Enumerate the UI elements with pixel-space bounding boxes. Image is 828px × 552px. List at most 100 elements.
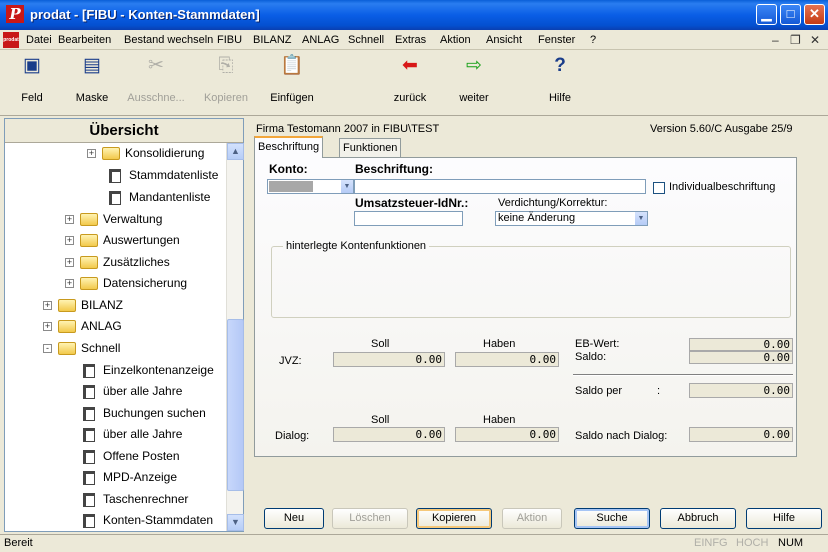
tree-item-mpd-anzeige[interactable]: MPD-Anzeige bbox=[83, 467, 177, 487]
ausschneiden-label: Ausschne... bbox=[127, 92, 185, 104]
ausschneiden-button[interactable]: ✂ Ausschne... bbox=[126, 54, 186, 112]
weiter-button[interactable]: ⇨ weiter bbox=[444, 54, 504, 112]
suche-button[interactable]: Suche bbox=[574, 508, 650, 529]
zurueck-button[interactable]: ⬅ zurück bbox=[380, 54, 440, 112]
einfuegen-button[interactable]: 📋 Einfügen bbox=[262, 54, 322, 112]
tree-item-auswertungen[interactable]: + Auswertungen bbox=[65, 230, 180, 250]
tree-item-label: über alle Jahre bbox=[103, 384, 183, 398]
menu-fenster[interactable]: Fenster bbox=[538, 34, 575, 46]
expand-icon[interactable]: + bbox=[65, 258, 74, 268]
scroll-up-icon[interactable]: ▲ bbox=[227, 143, 244, 160]
tree-item-label: Einzelkontenanzeige bbox=[103, 363, 214, 377]
document-icon bbox=[83, 363, 95, 378]
tree-item-zusaetzliches[interactable]: + Zusätzliches bbox=[65, 252, 170, 272]
menu-aktion[interactable]: Aktion bbox=[440, 34, 471, 46]
menu-bilanz[interactable]: BILANZ bbox=[253, 34, 292, 46]
mdi-minimize-icon[interactable]: – bbox=[772, 33, 779, 47]
saldo-per-colon: : bbox=[657, 385, 661, 397]
tab-beschriftung[interactable]: Beschriftung bbox=[254, 136, 324, 158]
tree-item-label: Zusätzliches bbox=[103, 255, 170, 269]
scroll-down-icon[interactable]: ▼ bbox=[227, 514, 244, 531]
collapse-icon[interactable]: - bbox=[43, 344, 52, 354]
feld-button[interactable]: ▣ Feld bbox=[2, 54, 62, 112]
expand-icon[interactable]: + bbox=[65, 279, 74, 289]
hilfe-button[interactable]: Hilfe bbox=[746, 508, 822, 529]
document-icon[interactable]: prodat bbox=[3, 32, 19, 48]
document-icon bbox=[83, 406, 95, 421]
ust-idnr-label: Umsatzsteuer-IdNr.: bbox=[355, 196, 469, 210]
tree-item-mandantenliste[interactable]: Mandantenliste bbox=[109, 187, 210, 207]
tree-item-anlag[interactable]: + ANLAG bbox=[43, 316, 122, 336]
menu-datei[interactable]: Datei bbox=[26, 34, 52, 46]
prodat-app-icon[interactable]: P bbox=[6, 5, 24, 23]
tree-item-konten-stammdaten[interactable]: Konten-Stammdaten bbox=[83, 510, 213, 530]
close-button[interactable]: ✕ bbox=[804, 4, 825, 25]
tree-item-bilanz[interactable]: + BILANZ bbox=[43, 295, 123, 315]
menu-bestand-wechseln[interactable]: Bestand wechseln bbox=[124, 34, 213, 46]
menu-anlag[interactable]: ANLAG bbox=[302, 34, 339, 46]
dialog-soll-field: 0.00 bbox=[333, 427, 445, 442]
tree-item-verwaltung[interactable]: + Verwaltung bbox=[65, 209, 162, 229]
expand-icon[interactable]: + bbox=[65, 215, 74, 225]
saldo-nach-dialog-field: 0.00 bbox=[689, 427, 793, 442]
beschriftung-label: Beschriftung: bbox=[355, 162, 433, 176]
abbruch-button[interactable]: Abbruch bbox=[660, 508, 736, 529]
tree-item-taschenrechner[interactable]: Taschenrechner bbox=[83, 489, 188, 509]
tree-item-konsolidierung[interactable]: + Konsolidierung bbox=[87, 143, 204, 163]
folder-icon bbox=[80, 213, 98, 227]
num-indicator: NUM bbox=[778, 537, 804, 549]
kopieren-toolbar-button[interactable]: ⎘ Kopieren bbox=[196, 54, 256, 112]
kopieren-button[interactable]: Kopieren bbox=[416, 508, 492, 529]
individualbeschriftung-checkbox[interactable] bbox=[653, 182, 665, 194]
loeschen-button[interactable]: Löschen bbox=[332, 508, 408, 529]
tree-item-label: MPD-Anzeige bbox=[103, 470, 178, 484]
document-icon bbox=[83, 427, 95, 442]
tree-item-ueber-alle-jahre-2[interactable]: über alle Jahre bbox=[83, 424, 182, 444]
minimize-button[interactable]: ▁ bbox=[756, 4, 777, 25]
expand-icon[interactable]: + bbox=[43, 301, 52, 311]
tree-item-einzelkontenanzeige[interactable]: Einzelkontenanzeige bbox=[83, 360, 214, 380]
ust-idnr-input[interactable] bbox=[354, 211, 463, 226]
weiter-label: weiter bbox=[459, 92, 489, 104]
sidebar-scrollbar[interactable]: ▲ ▼ bbox=[226, 143, 244, 531]
maximize-button[interactable]: □ bbox=[780, 4, 801, 25]
konto-dropdown[interactable]: ▼ bbox=[267, 179, 354, 194]
scroll-thumb[interactable] bbox=[227, 319, 244, 491]
menu-schnell[interactable]: Schnell bbox=[348, 34, 384, 46]
verdichtung-dropdown[interactable]: keine Änderung ▼ bbox=[495, 211, 648, 226]
arrow-right-icon: ⇨ bbox=[466, 55, 482, 76]
mdi-restore-icon[interactable]: ❐ bbox=[790, 33, 801, 47]
title-bar[interactable]: P prodat - [FIBU - Konten-Stammdaten] ▁ … bbox=[0, 0, 828, 30]
expand-icon[interactable]: + bbox=[87, 149, 96, 159]
expand-icon[interactable]: + bbox=[65, 236, 74, 246]
tab-funktionen[interactable]: Funktionen bbox=[339, 138, 402, 157]
tree-item-schnell[interactable]: - Schnell bbox=[43, 338, 120, 358]
hilfe-toolbar-button[interactable]: ? Hilfe bbox=[530, 54, 590, 112]
tree-item-stammdatenliste[interactable]: Stammdatenliste bbox=[109, 165, 218, 185]
beschriftung-input[interactable] bbox=[354, 179, 646, 194]
tree-item-label: Mandantenliste bbox=[129, 190, 211, 204]
menu-fibu[interactable]: FIBU bbox=[217, 34, 242, 46]
tree-item-buchungen-suchen[interactable]: Buchungen suchen bbox=[83, 403, 206, 423]
expand-icon[interactable]: + bbox=[43, 322, 52, 332]
neu-button[interactable]: Neu bbox=[264, 508, 324, 529]
kopieren-toolbar-label: Kopieren bbox=[203, 92, 249, 104]
mask-icon: ▤ bbox=[83, 55, 101, 76]
tree-item-ueber-alle-jahre-1[interactable]: über alle Jahre bbox=[83, 381, 182, 401]
saldo-per-label: Saldo per bbox=[575, 385, 623, 397]
aktion-button[interactable]: Aktion bbox=[502, 508, 562, 529]
menu-extras[interactable]: Extras bbox=[395, 34, 426, 46]
chevron-down-icon[interactable]: ▼ bbox=[341, 180, 353, 193]
menu-ansicht[interactable]: Ansicht bbox=[486, 34, 522, 46]
mdi-close-icon[interactable]: ✕ bbox=[810, 33, 820, 47]
tree-item-offene-posten[interactable]: Offene Posten bbox=[83, 446, 180, 466]
menu-bearbeiten[interactable]: Bearbeiten bbox=[58, 34, 111, 46]
document-icon bbox=[83, 470, 95, 485]
maske-button[interactable]: ▤ Maske bbox=[62, 54, 122, 112]
soll-header: Soll bbox=[371, 338, 390, 350]
chevron-down-icon[interactable]: ▼ bbox=[635, 212, 647, 225]
menu-help[interactable]: ? bbox=[590, 34, 596, 46]
tree-item-datensicherung[interactable]: + Datensicherung bbox=[65, 273, 187, 293]
einfg-indicator: EINFG bbox=[694, 537, 728, 549]
jvz-haben-field: 0.00 bbox=[455, 352, 559, 367]
